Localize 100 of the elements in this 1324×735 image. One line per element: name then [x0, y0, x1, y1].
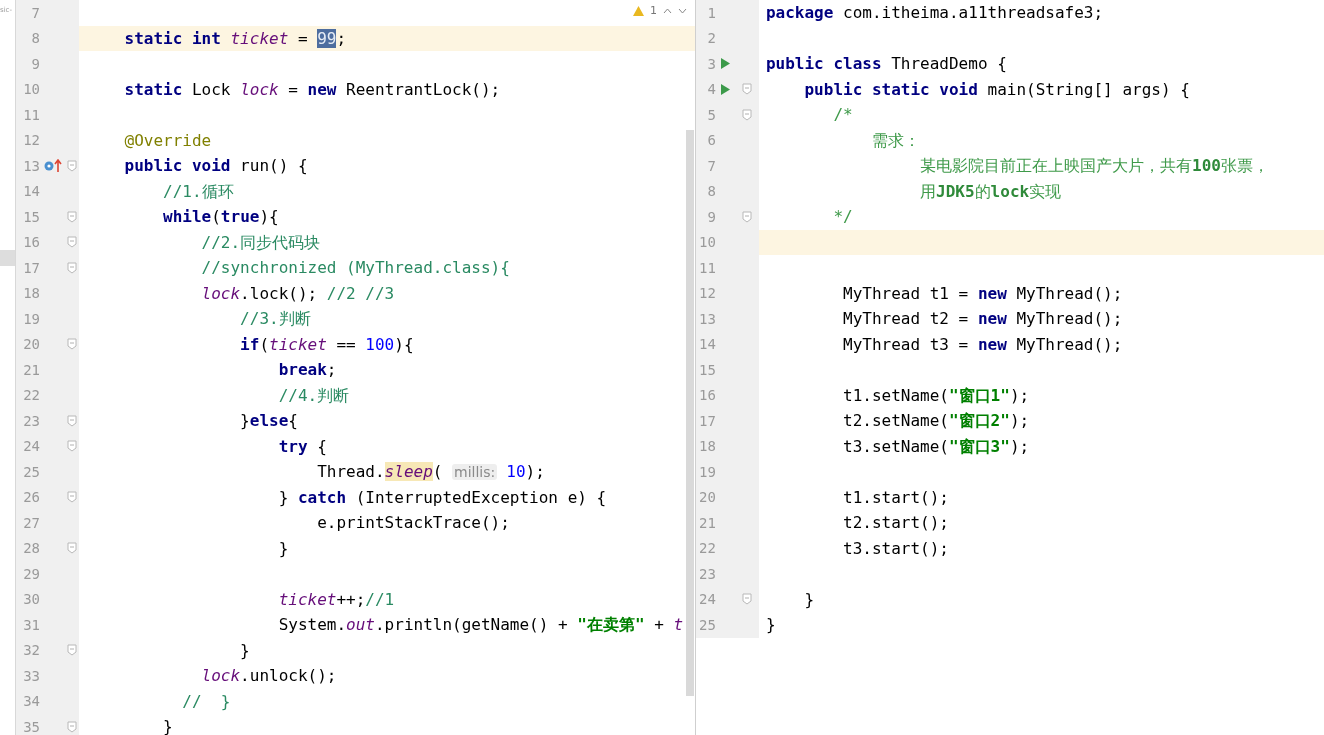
code-line: public static void main(String[] args) { [803, 78, 1191, 101]
line-number: 26 [22, 489, 40, 506]
code-line: 用JDK5的lock实现 [919, 180, 1063, 203]
line-number: 17 [698, 412, 716, 429]
fold-icon[interactable] [742, 210, 753, 223]
line-number: 7 [706, 157, 716, 174]
line-number: 13 [22, 157, 40, 174]
code-line: System.out.println(getName() + "在卖第" + t [277, 614, 685, 636]
line-number: 15 [22, 208, 40, 225]
code-line: if(ticket == 100){ [239, 333, 415, 356]
line-number: 16 [22, 234, 40, 251]
line-number: 3 [706, 55, 716, 72]
fold-icon[interactable] [67, 542, 78, 555]
code-line: }else{ [239, 410, 299, 432]
code-line: //4.判断 [277, 384, 351, 407]
line-number: 10 [698, 234, 716, 251]
fold-icon[interactable] [67, 159, 78, 172]
code-line: break; [277, 359, 338, 381]
line-number: 22 [698, 540, 716, 557]
line-number: 25 [22, 463, 40, 480]
line-number: 4 [706, 81, 716, 98]
code-line: t1.start(); [842, 486, 950, 509]
code-line: } [277, 537, 290, 560]
code-line: static int ticket = 99; [123, 27, 348, 50]
line-number: 31 [22, 616, 40, 633]
code-line: //2.同步代码块 [200, 231, 322, 254]
line-number: 13 [698, 310, 716, 327]
code-line: } [239, 639, 251, 662]
code-line: MyThread t2 = new MyThread(); [842, 308, 1124, 330]
line-number: 14 [22, 183, 40, 200]
fold-icon[interactable] [67, 720, 78, 733]
code-line: MyThread t3 = new MyThread(); [842, 333, 1124, 356]
fold-icon[interactable] [67, 261, 78, 274]
line-number: 32 [22, 642, 40, 659]
fold-icon[interactable] [67, 338, 78, 351]
fold-icon[interactable] [67, 644, 78, 657]
code-line: try { [277, 435, 328, 458]
code-line: t2.start(); [842, 512, 950, 534]
run-icon[interactable] [720, 57, 732, 71]
code-line: } [764, 614, 777, 636]
code-line: t2.setName("窗口2"); [842, 410, 1031, 432]
fold-icon[interactable] [67, 236, 78, 249]
code-line: // } [181, 690, 232, 713]
line-number: 10 [22, 81, 40, 98]
code-line: lock.unlock(); [200, 665, 338, 687]
line-number: 8 [30, 30, 40, 47]
code-line: /* [832, 104, 854, 126]
line-number: 21 [22, 361, 40, 378]
line-number: 34 [22, 693, 40, 710]
line-number: 23 [698, 565, 716, 582]
fold-icon[interactable] [67, 414, 78, 427]
code-line: //3.判断 [239, 308, 312, 330]
code-line: 某电影院目前正在上映国产大片，共有100张票， [919, 155, 1270, 177]
fold-icon[interactable] [742, 593, 753, 606]
code-line: public void run() { [123, 155, 309, 177]
code-line: static Lock lock = new ReentrantLock(); [123, 78, 502, 101]
code-line: t3.start(); [842, 537, 950, 560]
line-number: 19 [698, 463, 716, 480]
code-line: Thread.sleep( millis: 10); [316, 461, 546, 483]
code-line: t3.setName("窗口3"); [842, 435, 1031, 458]
code-line: */ [832, 206, 854, 228]
line-number: 2 [706, 30, 716, 47]
code-line: package com.itheima.a11threadsafe3; [764, 2, 1105, 24]
fold-icon[interactable] [67, 491, 78, 504]
line-number: 9 [706, 208, 716, 225]
code-line: //1.循环 [162, 180, 235, 203]
run-icon[interactable] [720, 82, 732, 96]
fold-icon[interactable] [742, 108, 753, 121]
line-number: 15 [698, 361, 716, 378]
line-number: 21 [698, 514, 716, 531]
chevron-up-icon[interactable] [662, 7, 672, 14]
line-number: 30 [22, 591, 40, 608]
warning-icon[interactable] [632, 5, 644, 16]
code-line: } [803, 588, 816, 611]
line-number: 33 [22, 667, 40, 684]
line-number: 35 [22, 718, 40, 735]
fold-icon[interactable] [67, 440, 78, 453]
line-number: 6 [706, 132, 716, 149]
fold-icon[interactable] [67, 210, 78, 223]
chevron-down-icon[interactable] [677, 7, 687, 14]
override-icon[interactable] [44, 158, 62, 173]
line-number: 18 [698, 438, 716, 455]
scrollbar[interactable] [685, 130, 694, 696]
line-number: 16 [698, 387, 716, 404]
code-line: lock.lock(); //2 //3 [200, 282, 396, 305]
line-number: 7 [30, 4, 40, 21]
code-line: //synchronized (MyThread.class){ [200, 257, 511, 279]
line-number: 25 [698, 616, 716, 633]
code-line: ticket++;//1 [277, 588, 396, 611]
code-line: e.printStackTrace(); [316, 512, 511, 534]
line-number: 23 [22, 412, 40, 429]
code-line: public class ThreadDemo { [764, 53, 1008, 75]
line-number: 20 [698, 489, 716, 506]
line-number: 27 [22, 514, 40, 531]
code-line: while(true){ [162, 206, 280, 228]
line-number: 12 [22, 132, 40, 149]
line-number: 9 [30, 55, 40, 72]
code-line: t1.setName("窗口1"); [842, 384, 1031, 407]
fold-icon[interactable] [742, 83, 753, 96]
code-line: @Override [123, 129, 213, 152]
